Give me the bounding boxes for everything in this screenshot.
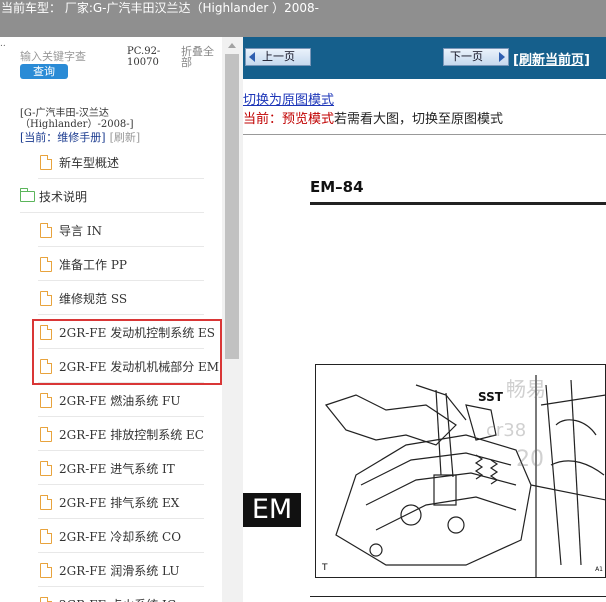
tree-item-label: 导言 IN bbox=[59, 223, 103, 238]
sidebar: .. 查询 PC.92-10070 折叠全部 [G-广汽丰田-汉兰达（Highl… bbox=[0, 37, 243, 602]
watermark-text: cr38 bbox=[486, 420, 527, 441]
tree-item[interactable]: 新车型概述 bbox=[0, 145, 222, 179]
file-icon bbox=[40, 256, 52, 272]
mode-line: [当前：维修手册] [刷新] bbox=[20, 131, 140, 144]
file-icon bbox=[40, 426, 52, 442]
tree-item-label: 2GR-FE 点火系统 IG bbox=[59, 596, 176, 602]
menu-dots: .. bbox=[0, 39, 6, 49]
file-icon bbox=[40, 222, 52, 238]
search-area: .. 查询 PC.92-10070 折叠全部 bbox=[0, 37, 222, 87]
sidebar-scrollbar[interactable] bbox=[222, 37, 243, 602]
figure-corner-label: T bbox=[322, 563, 328, 573]
tree-item[interactable]: 2GR-FE 冷却系统 CO bbox=[0, 519, 222, 553]
sst-label: SST bbox=[478, 390, 503, 404]
folder-icon bbox=[20, 187, 35, 202]
arrow-right-icon bbox=[499, 52, 505, 62]
collapse-all-link[interactable]: 折叠全部 bbox=[181, 46, 221, 68]
prev-page-button[interactable]: 上一页 bbox=[245, 48, 311, 66]
refresh-link[interactable]: [刷新] bbox=[110, 131, 141, 144]
viewer-navbar: 上一页 下一页 [刷新当前页] bbox=[243, 37, 606, 79]
next-page-label: 下一页 bbox=[450, 50, 483, 63]
preview-mode-hint: 若需看大图，切换至原图模式 bbox=[334, 112, 504, 127]
switch-original-mode-link[interactable]: 切换为原图模式 bbox=[243, 89, 334, 108]
page-header-rule bbox=[310, 202, 606, 205]
scroll-thumb[interactable] bbox=[225, 54, 239, 359]
watermark-text: 20 bbox=[516, 447, 544, 472]
scroll-up-arrow-icon[interactable] bbox=[222, 37, 243, 54]
tree-item[interactable]: 准备工作 PP bbox=[0, 247, 222, 281]
preview-mode-label: 当前：预览模式 bbox=[243, 112, 335, 127]
top-bar: 当前车型： 厂家:G-广汽丰田汉兰达（Highlander ）2008- bbox=[0, 0, 606, 37]
engine-illustration bbox=[324, 375, 605, 577]
watermark-text: 畅易 bbox=[506, 377, 546, 401]
file-icon bbox=[40, 290, 52, 306]
tree-item-label: 新车型概述 bbox=[59, 155, 120, 170]
tree-item[interactable]: 导言 IN bbox=[0, 213, 222, 247]
current-model-title: 当前车型： 厂家:G-广汽丰田汉兰达（Highlander ）2008- bbox=[1, 1, 319, 15]
tree-item-label: 2GR-FE 排气系统 EX bbox=[59, 495, 180, 510]
file-icon bbox=[40, 596, 52, 602]
tree-item-label: 维修规范 SS bbox=[59, 291, 128, 306]
refresh-page-link[interactable]: [刷新当前页] bbox=[513, 49, 590, 68]
file-icon bbox=[40, 494, 52, 510]
current-mode-label: [当前：维修手册] bbox=[20, 131, 106, 144]
file-icon bbox=[40, 528, 52, 544]
tree-item-label: 2GR-FE 排放控制系统 EC bbox=[59, 427, 204, 442]
tree-item-label: 准备工作 PP bbox=[59, 257, 127, 272]
tree-item[interactable]: 2GR-FE 润滑系统 LU bbox=[0, 553, 222, 587]
file-icon bbox=[40, 460, 52, 476]
page-footer-rule bbox=[310, 596, 606, 597]
prev-page-label: 上一页 bbox=[262, 50, 295, 63]
tree-item-label: 技术说明 bbox=[39, 189, 88, 204]
tree-item[interactable]: 2GR-FE 点火系统 IG bbox=[0, 587, 222, 602]
tree-item[interactable]: 维修规范 SS bbox=[0, 281, 222, 315]
query-button[interactable]: 查询 bbox=[20, 64, 68, 79]
model-info: [G-广汽丰田-汉兰达（Highlander）-2008-] bbox=[20, 108, 134, 130]
manual-page: EM–84 EM SST T A1 畅易 cr38 20 bbox=[243, 135, 606, 602]
highlight-box bbox=[32, 319, 222, 385]
pc-code: PC.92-10070 bbox=[127, 46, 161, 68]
tree-item[interactable]: 2GR-FE 进气系统 IT bbox=[0, 451, 222, 485]
tree-item[interactable]: 2GR-FE 燃油系统 FU bbox=[0, 383, 222, 417]
file-icon bbox=[40, 562, 52, 578]
preview-mode-text: 当前：预览模式若需看大图，切换至原图模式 bbox=[243, 108, 503, 127]
page-code: EM–84 bbox=[310, 178, 364, 196]
arrow-left-icon bbox=[249, 52, 255, 62]
engine-figure: SST T A1 畅易 cr38 20 bbox=[315, 364, 606, 578]
search-input[interactable] bbox=[20, 47, 120, 65]
file-icon bbox=[40, 392, 52, 408]
viewer: 上一页 下一页 [刷新当前页] 切换为原图模式 当前：预览模式若需看大图，切换至… bbox=[243, 37, 606, 602]
tree-item-label: 2GR-FE 燃油系统 FU bbox=[59, 393, 181, 408]
figure-code: A1 bbox=[595, 566, 603, 573]
next-page-button[interactable]: 下一页 bbox=[443, 48, 509, 66]
tree-item-label: 2GR-FE 润滑系统 LU bbox=[59, 563, 180, 578]
tree-item-label: 2GR-FE 冷却系统 CO bbox=[59, 529, 182, 544]
tree-item[interactable]: 2GR-FE 排气系统 EX bbox=[0, 485, 222, 519]
section-tab: EM bbox=[243, 493, 301, 527]
tree-folder[interactable]: 技术说明 bbox=[0, 179, 222, 213]
file-icon bbox=[40, 154, 52, 170]
tree-item[interactable]: 2GR-FE 排放控制系统 EC bbox=[0, 417, 222, 451]
tree-item-label: 2GR-FE 进气系统 IT bbox=[59, 461, 175, 476]
